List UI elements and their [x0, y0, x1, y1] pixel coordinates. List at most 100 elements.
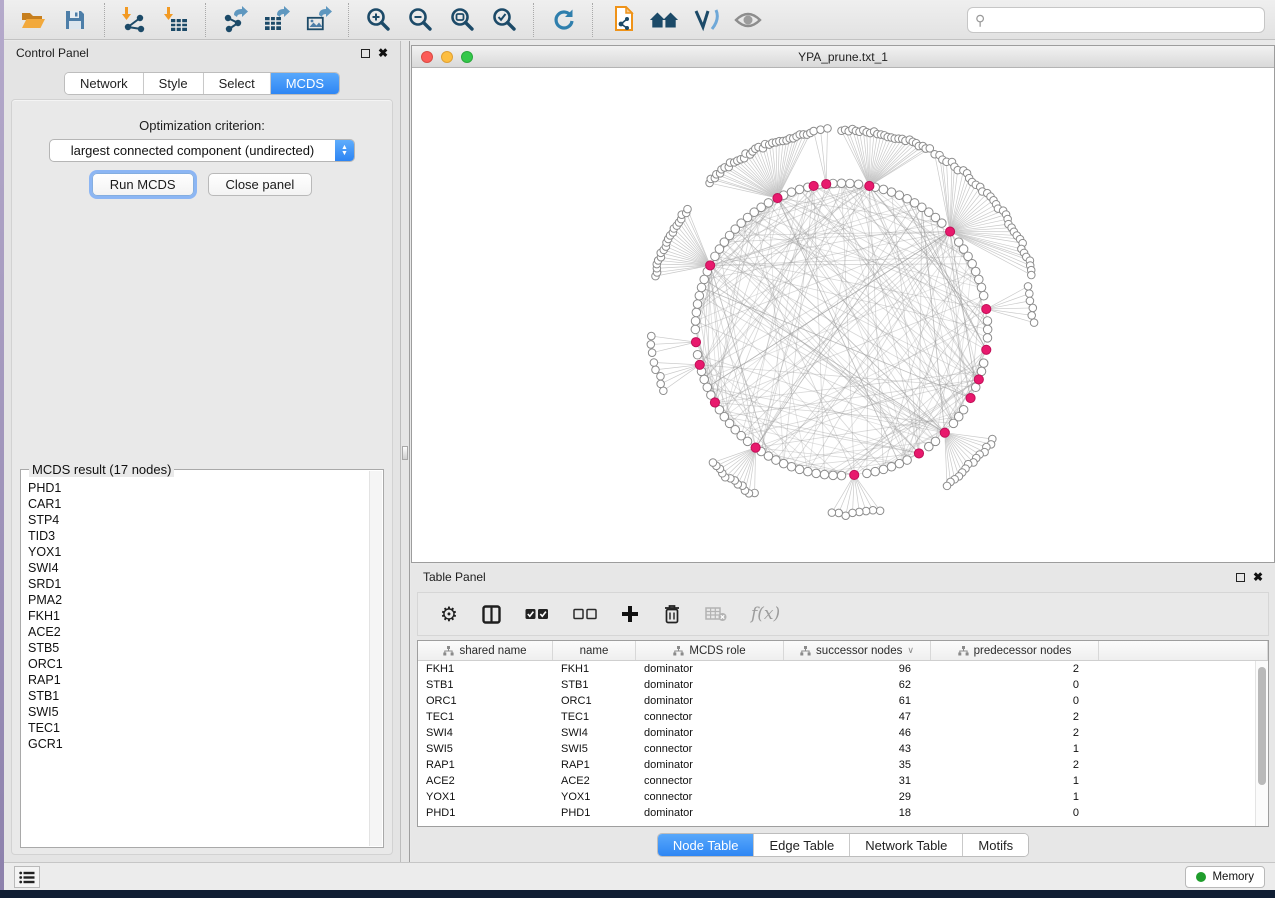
graph-node[interactable]: [938, 219, 947, 228]
graph-dominator-node[interactable]: [946, 227, 955, 236]
graph-node[interactable]: [837, 471, 846, 480]
graph-dominator-node[interactable]: [706, 261, 715, 270]
graph-node[interactable]: [691, 317, 700, 326]
add-column-icon[interactable]: [621, 599, 639, 629]
graph-node[interactable]: [703, 383, 712, 392]
table-row[interactable]: TEC1TEC1connector472: [418, 709, 1268, 725]
graph-node[interactable]: [817, 126, 825, 134]
mcds-result-item[interactable]: PMA2: [28, 592, 368, 608]
graph-node[interactable]: [854, 180, 863, 189]
graph-node[interactable]: [647, 341, 655, 349]
graph-node[interactable]: [876, 507, 884, 515]
graph-node[interactable]: [693, 300, 702, 309]
show-columns-icon[interactable]: [482, 599, 501, 629]
close-panel-icon[interactable]: ✖: [1253, 571, 1263, 583]
graph-node[interactable]: [648, 349, 656, 357]
graph-node[interactable]: [903, 456, 912, 465]
tab-node-table[interactable]: Node Table: [658, 834, 755, 856]
graph-node[interactable]: [1030, 319, 1038, 327]
result-list-scrollbar[interactable]: [369, 471, 382, 846]
graph-node[interactable]: [691, 325, 700, 334]
graph-node[interactable]: [652, 366, 660, 374]
tab-select[interactable]: Select: [204, 73, 271, 94]
export-image-icon[interactable]: [304, 5, 334, 35]
mcds-result-item[interactable]: YOX1: [28, 544, 368, 560]
graph-node[interactable]: [979, 291, 988, 300]
mcds-result-item[interactable]: SWI5: [28, 704, 368, 720]
import-network-icon[interactable]: [119, 5, 149, 35]
graph-dominator-node[interactable]: [850, 470, 859, 479]
mcds-result-item[interactable]: STP4: [28, 512, 368, 528]
graph-node[interactable]: [700, 275, 709, 284]
graph-node[interactable]: [1024, 283, 1032, 291]
graph-dominator-node[interactable]: [982, 345, 991, 354]
graph-node[interactable]: [983, 317, 992, 326]
optimization-criterion-select[interactable]: largest connected component (undirected)…: [49, 139, 355, 162]
mcds-result-item[interactable]: CAR1: [28, 496, 368, 512]
close-panel-icon[interactable]: ✖: [378, 47, 388, 59]
column-header-MCDS-role[interactable]: MCDS role: [636, 641, 784, 660]
column-header-successor-nodes[interactable]: successor nodes∨: [784, 641, 931, 660]
mcds-result-item[interactable]: FKH1: [28, 608, 368, 624]
network-graph[interactable]: [412, 68, 1274, 562]
splitter-grip[interactable]: [402, 446, 408, 460]
graph-node[interactable]: [837, 179, 846, 188]
graph-node[interactable]: [846, 179, 855, 188]
graph-node[interactable]: [648, 332, 656, 340]
graph-node[interactable]: [829, 471, 838, 480]
table-row[interactable]: ORC1ORC1dominator610: [418, 693, 1268, 709]
graph-node[interactable]: [1028, 312, 1036, 320]
graph-node[interactable]: [1028, 271, 1036, 279]
graph-dominator-node[interactable]: [940, 428, 949, 437]
select-all-columns-icon[interactable]: [525, 599, 549, 629]
save-session-icon[interactable]: [60, 5, 90, 35]
graph-node[interactable]: [695, 291, 704, 300]
memory-button[interactable]: Memory: [1185, 866, 1265, 888]
table-options-gear-icon[interactable]: ⚙: [440, 599, 458, 629]
mcds-result-item[interactable]: STB1: [28, 688, 368, 704]
column-header-shared-name[interactable]: shared name: [418, 641, 553, 660]
table-row[interactable]: YOX1YOX1connector291: [418, 789, 1268, 805]
graph-node[interactable]: [820, 470, 829, 479]
graph-node[interactable]: [869, 506, 877, 514]
zoom-selected-icon[interactable]: [489, 5, 519, 35]
graph-node[interactable]: [863, 469, 872, 478]
mcds-result-item[interactable]: ACE2: [28, 624, 368, 640]
refresh-layout-icon[interactable]: [548, 5, 578, 35]
graph-node[interactable]: [971, 267, 980, 276]
mcds-result-item[interactable]: STB5: [28, 640, 368, 656]
zoom-in-icon[interactable]: [363, 5, 393, 35]
graph-node[interactable]: [979, 359, 988, 368]
graph-dominator-node[interactable]: [809, 181, 818, 190]
graph-node[interactable]: [975, 275, 984, 284]
graph-node[interactable]: [983, 325, 992, 334]
table-row[interactable]: RAP1RAP1dominator352: [418, 757, 1268, 773]
graph-node[interactable]: [977, 283, 986, 292]
graph-node[interactable]: [657, 380, 665, 388]
graph-dominator-node[interactable]: [751, 443, 760, 452]
graph-node[interactable]: [700, 375, 709, 384]
task-history-button[interactable]: [14, 866, 40, 888]
export-network-icon[interactable]: [220, 5, 250, 35]
graph-node[interactable]: [657, 372, 665, 380]
graph-node[interactable]: [887, 188, 896, 197]
graph-dominator-node[interactable]: [982, 304, 991, 313]
tab-motifs[interactable]: Motifs: [963, 834, 1028, 856]
graph-node[interactable]: [895, 191, 904, 200]
tab-edge-table[interactable]: Edge Table: [754, 834, 850, 856]
graph-dominator-node[interactable]: [773, 194, 782, 203]
graph-node[interactable]: [895, 459, 904, 468]
graph-node[interactable]: [879, 185, 888, 194]
mcds-result-item[interactable]: TID3: [28, 528, 368, 544]
graph-node[interactable]: [968, 260, 977, 269]
graph-node[interactable]: [943, 482, 951, 490]
graph-node[interactable]: [709, 459, 717, 467]
column-header-name[interactable]: name: [553, 641, 636, 660]
tab-network[interactable]: Network: [65, 73, 144, 94]
mcds-result-item[interactable]: ORC1: [28, 656, 368, 672]
graph-node[interactable]: [824, 125, 832, 133]
show-graphics-details-icon[interactable]: [691, 5, 721, 35]
graph-dominator-node[interactable]: [710, 398, 719, 407]
graph-node[interactable]: [804, 467, 813, 476]
graph-dominator-node[interactable]: [695, 360, 704, 369]
